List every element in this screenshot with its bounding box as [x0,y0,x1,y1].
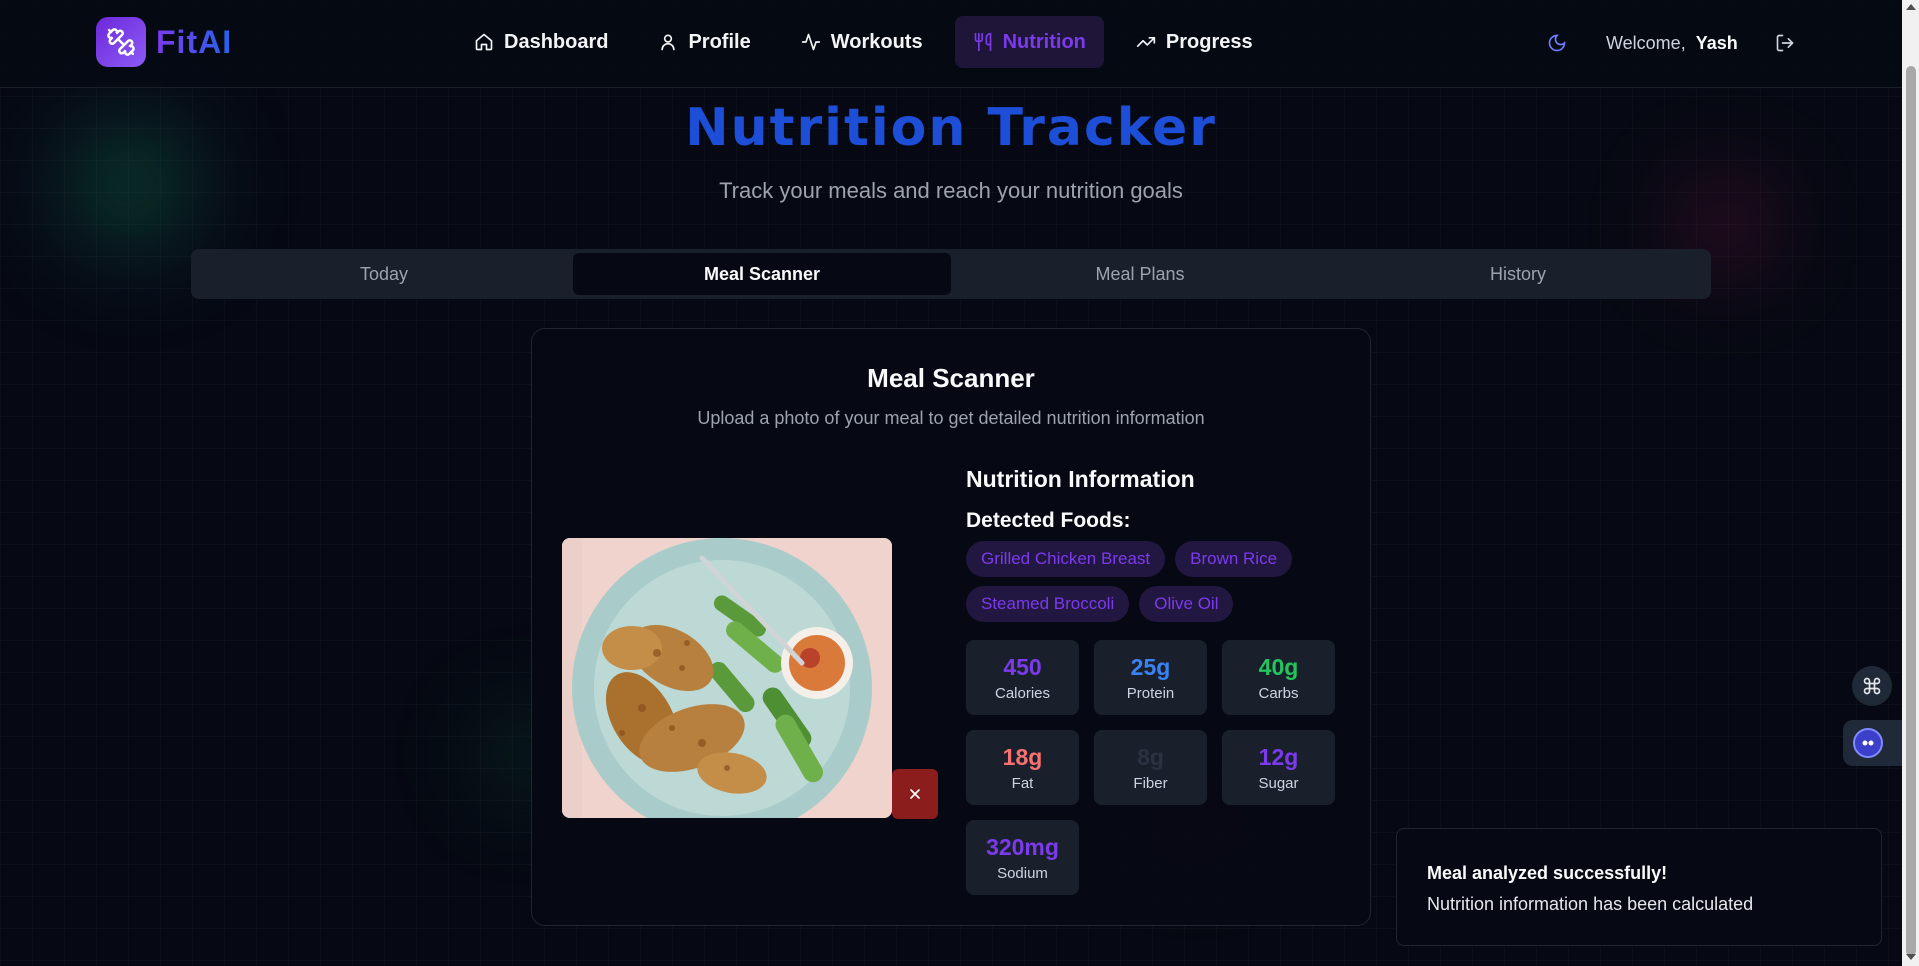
dumbbell-icon [96,17,146,67]
nav-dashboard[interactable]: Dashboard [456,16,626,68]
stat-sugar: 12g Sugar [1222,730,1335,805]
vertical-scrollbar[interactable] [1902,0,1919,966]
stat-calories: 450 Calories [966,640,1079,715]
stat-sodium: 320mg Sodium [966,820,1079,895]
tab-today[interactable]: Today [195,253,573,295]
nutrition-info-title: Nutrition Information [966,466,1195,492]
nav-label: Workouts [830,30,923,53]
bot-icon [1853,728,1883,758]
card-title: Meal Scanner [867,363,1035,393]
scroll-down-arrow[interactable] [1906,954,1916,960]
nav-label: Dashboard [504,30,609,53]
nav-label: Profile [688,30,751,53]
stat-value: 320mg [986,833,1059,860]
tab-meal-plans[interactable]: Meal Plans [951,253,1329,295]
logout-icon [1776,34,1794,52]
stat-value: 8g [1137,743,1164,770]
stat-label: Sodium [997,864,1048,882]
stat-label: Sugar [1258,774,1299,792]
tab-meal-scanner[interactable]: Meal Scanner [573,253,951,295]
remove-photo-button[interactable] [892,769,938,819]
welcome-text: Welcome, [1606,32,1686,53]
username: Yash [1695,32,1738,53]
nav-workouts[interactable]: Workouts [783,16,941,68]
moon-icon [1548,34,1566,52]
ai-assistant-button[interactable] [1843,720,1903,766]
stat-label: Protein [1126,684,1175,702]
stat-protein: 25g Protein [1094,640,1207,715]
food-tag: Grilled Chicken Breast [966,541,1166,577]
theme-toggle-button[interactable] [1540,26,1574,60]
nav-label: Nutrition [1002,30,1086,53]
scroll-thumb[interactable] [1906,66,1916,956]
scroll-up-arrow[interactable] [1906,4,1916,10]
utensils-icon [974,32,991,52]
food-tag: Olive Oil [1139,586,1234,622]
toast-title: Meal analyzed successfully! [1427,863,1668,883]
food-tag: Brown Rice [1175,541,1293,577]
food-tag: Steamed Broccoli [966,586,1130,622]
meal-photo [562,538,892,818]
page-subtitle: Track your meals and reach your nutritio… [719,178,1183,203]
activity-icon [801,33,820,51]
stat-value: 18g [1002,743,1043,770]
nav-nutrition[interactable]: Nutrition [954,16,1104,68]
stat-value: 40g [1258,653,1299,680]
detected-foods-title: Detected Foods: [966,509,1131,532]
detected-foods-list: Grilled Chicken Breast Brown Rice Steame… [966,541,1346,622]
stat-carbs: 40g Carbs [1222,640,1335,715]
logout-button[interactable] [1770,28,1800,58]
user-icon [661,34,676,51]
tab-history[interactable]: History [1329,253,1707,295]
command-icon [1863,677,1881,695]
close-icon [910,789,920,799]
stat-label: Fiber [1133,774,1168,792]
home-icon [475,33,493,51]
meal-scanner-card: Meal Scanner Upload a photo of your meal… [531,328,1371,926]
stat-fiber: 8g Fiber [1094,730,1207,805]
card-description: Upload a photo of your meal to get detai… [697,408,1205,428]
success-toast: Meal analyzed successfully! Nutrition in… [1396,828,1882,946]
command-menu-button[interactable] [1852,666,1892,706]
nav-profile[interactable]: Profile [640,16,768,68]
app-logo-text: FitAI [156,23,233,60]
main-nav: Dashboard Profile Workouts Nutrition Pro… [456,16,1271,68]
user-area: Welcome, Yash [1540,26,1800,60]
stat-value: 12g [1258,743,1299,770]
stat-label: Calories [994,684,1051,702]
stat-label: Fat [1011,774,1034,792]
stat-value: 450 [1003,653,1042,680]
nav-label: Progress [1165,30,1253,53]
page-title: Nutrition Tracker [685,98,1217,158]
app-logo[interactable]: FitAI [96,17,232,67]
top-navbar: FitAI Dashboard Profile Workouts Nutriti… [0,0,1902,88]
toast-body: Nutrition information has been calculate… [1427,894,1754,914]
trending-up-icon [1136,37,1156,48]
nutrition-stats-grid: 450 Calories 25g Protein 40g Carbs 18g F… [966,640,1335,895]
stat-label: Carbs [1258,684,1299,702]
stat-fat: 18g Fat [966,730,1079,805]
stat-value: 25g [1130,653,1171,680]
nav-progress[interactable]: Progress [1118,16,1271,68]
nutrition-tabs: Today Meal Scanner Meal Plans History [191,249,1711,299]
